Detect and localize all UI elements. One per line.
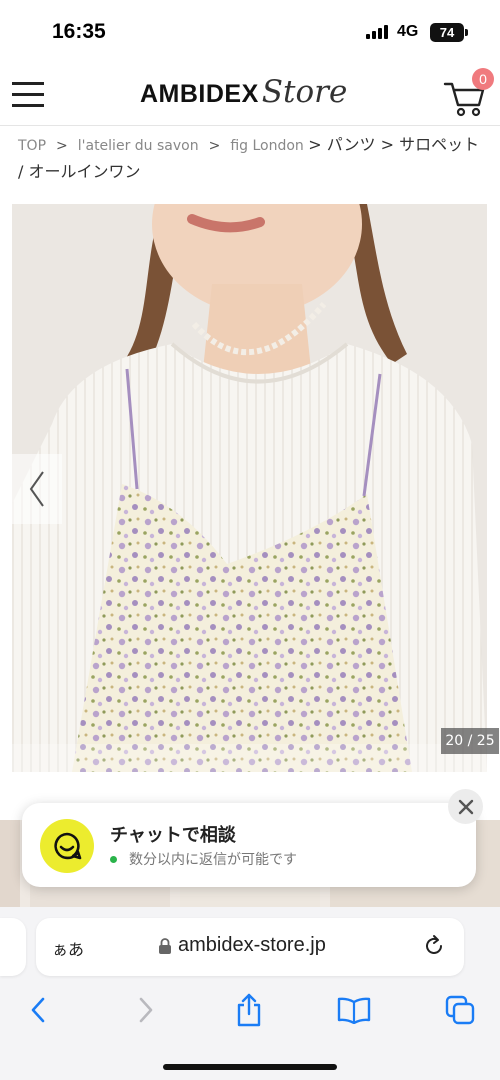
breadcrumb-item-sub-brand[interactable]: fig London [230,138,303,154]
page-settings-button[interactable]: ぁあ [52,936,84,960]
chat-popup[interactable]: チャットで相談 数分以内に返信が可能です [22,803,476,887]
breadcrumb-item-brand[interactable]: l'atelier du savon [78,138,199,154]
site-logo[interactable]: AMBIDEX Store [140,74,347,118]
chat-status-text: 数分以内に返信が可能です [129,852,297,868]
signal-icon [366,25,390,39]
chevron-right-icon [139,997,153,1023]
home-indicator [163,1064,337,1070]
close-icon [458,799,473,814]
cart-count-badge: 0 [472,68,494,90]
tabs-button[interactable] [440,990,480,1030]
tabs-icon [445,995,475,1025]
share-button[interactable] [229,990,269,1030]
network-type: 4G [397,23,419,40]
address-bar[interactable]: ぁあ ambidex-store.jp [36,918,464,976]
online-status-dot [110,855,117,863]
chat-status: 数分以内に返信が可能です [110,849,297,869]
url-text[interactable]: ambidex-store.jp [178,934,326,957]
logo-text: AMBIDEX [140,80,259,108]
forward-button[interactable] [126,990,166,1030]
chevron-left-icon [31,997,45,1023]
book-icon [337,997,371,1024]
lock-icon [159,938,171,954]
breadcrumb-separator: > [208,138,221,154]
thumbnail[interactable] [0,820,20,910]
breadcrumb-item-top[interactable]: TOP [18,138,46,154]
battery-icon: 74 [430,23,464,42]
chevron-left-icon [29,471,44,507]
breadcrumb-separator: > [56,138,68,154]
bookmarks-button[interactable] [334,990,374,1030]
breadcrumb: TOP > l'atelier du savon > fig London > パンツ … [18,132,484,186]
status-time: 16:35 [52,20,106,43]
chat-bubble-icon [40,819,94,873]
image-counter: 20 / 25 [441,728,499,754]
menu-icon[interactable] [12,82,44,108]
site-header: AMBIDEX Store [0,66,500,126]
battery-tip [465,29,468,36]
close-chat-button[interactable] [448,789,483,824]
status-bar: 16:35 4G 74 [0,0,500,66]
share-icon [237,993,261,1027]
gallery-prev-button[interactable] [12,454,62,524]
chat-title: チャットで相談 [110,825,236,846]
logo-script-text: Store [261,74,348,110]
back-button[interactable] [18,990,58,1030]
reload-icon[interactable] [422,934,446,958]
product-image[interactable] [12,204,487,772]
previous-tab-peek[interactable] [0,918,26,976]
